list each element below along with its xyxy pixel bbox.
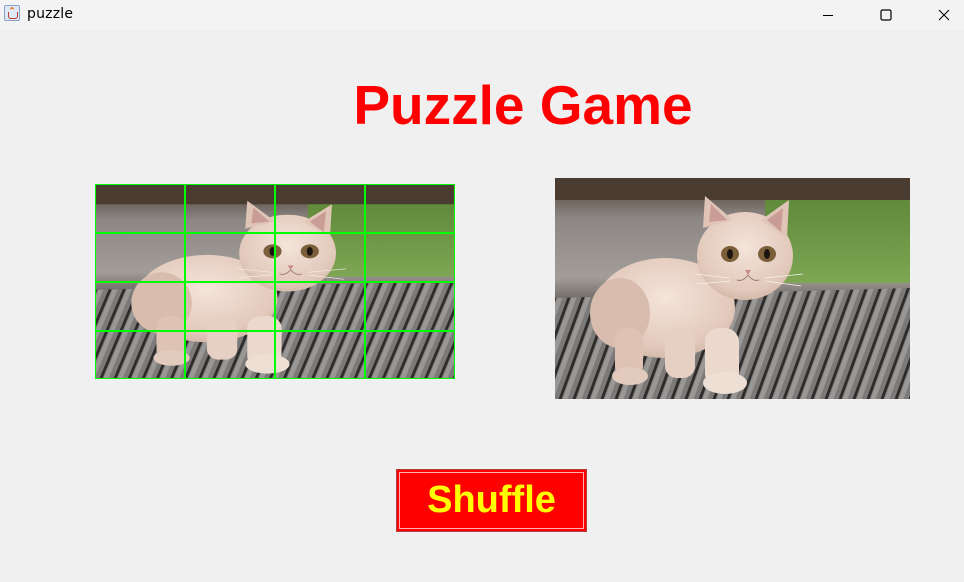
puzzle-board[interactable] [95,184,455,379]
page-title: Puzzle Game [353,74,693,136]
window-title: puzzle [27,6,74,22]
shuffle-button[interactable]: Shuffle [396,469,587,532]
close-icon [938,9,950,21]
minimize-button[interactable] [805,0,851,30]
window-titlebar: puzzle [0,0,964,30]
minimize-icon [823,15,833,16]
reference-image [555,178,910,399]
grid-line [96,281,454,283]
maximize-button[interactable] [863,0,909,30]
shuffle-button-label: Shuffle [427,479,556,521]
grid-line [96,330,454,332]
kitten-photo [555,178,910,399]
java-cup-icon [4,5,20,21]
close-button[interactable] [921,0,964,30]
maximize-icon [880,9,892,21]
grid-line [96,232,454,234]
